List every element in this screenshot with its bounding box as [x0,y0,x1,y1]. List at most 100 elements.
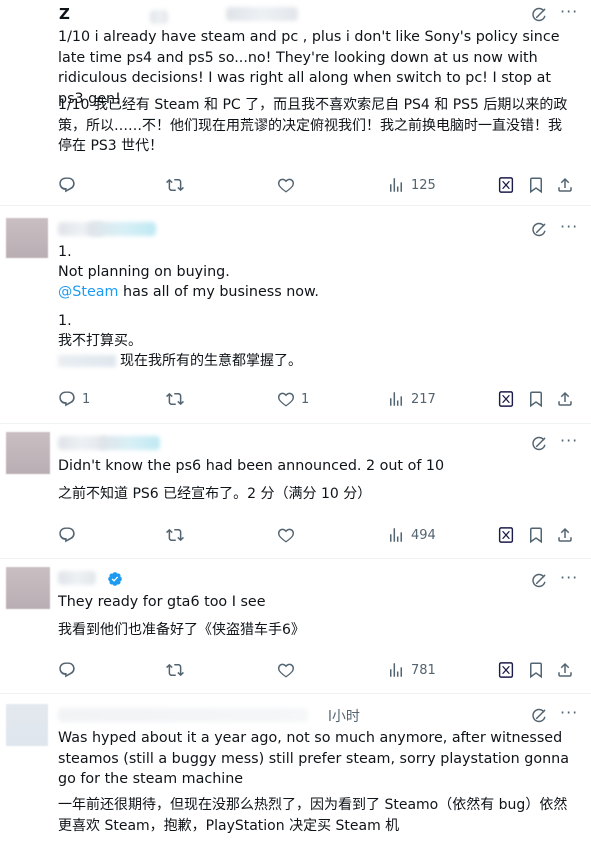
grok-icon [497,526,515,544]
post-line: Not planning on buying. [58,264,230,280]
post-actions: 781 [0,661,591,683]
post-4[interactable]: ··· They ready for gta6 too I see 我看到他们也… [0,559,591,694]
views-icon [387,176,405,194]
grok-icon[interactable] [531,573,547,589]
post-text-cn: 之前不知道 PS6 已经宣布了。2 分（满分 10 分） [58,486,372,502]
like-button[interactable] [277,661,295,679]
post-actions: 1 1 217 [0,390,591,412]
repost-button[interactable] [166,390,184,408]
bookmark-icon [527,661,545,679]
author-handle-blurred [100,436,160,450]
grok-explain-button[interactable] [497,176,515,194]
post-actions: 125 [0,176,591,198]
reply-icon [58,176,76,194]
post-line-cn: 我不打算买。 [58,333,142,349]
author-name-blurred [58,708,308,722]
verified-icon [107,571,123,587]
grok-icon[interactable] [531,7,547,23]
views-count: 494 [411,527,436,543]
repost-icon [166,526,184,544]
post-text-en: Was hyped about it a year ago, not so mu… [58,730,569,787]
grok-explain-button[interactable] [497,526,515,544]
post-text-cn: 1/10 我已经有 Steam 和 PC 了，而且我不喜欢索尼自 PS4 和 P… [58,97,568,154]
reply-icon [58,526,76,544]
like-icon [277,661,295,679]
more-icon[interactable]: ··· [560,4,578,20]
author-handle-blurred [88,222,156,236]
bookmark-button[interactable] [527,176,545,194]
avatar[interactable] [6,567,50,609]
grok-icon[interactable] [531,708,547,724]
post-text-cn: 一年前还很期待，但现在没那么热烈了，因为看到了 Steamo（依然有 bug）依… [58,797,568,834]
bookmark-button[interactable] [527,390,545,408]
repost-button[interactable] [166,661,184,679]
views-count: 217 [411,391,436,407]
reply-button[interactable] [58,661,76,679]
like-button[interactable] [277,176,295,194]
share-button[interactable] [556,526,574,544]
bookmark-icon [527,526,545,544]
views-button[interactable]: 494 [387,526,436,544]
share-icon [556,176,574,194]
grok-icon [497,390,515,408]
avatar[interactable] [6,704,48,746]
more-icon[interactable]: ··· [560,570,578,586]
more-icon[interactable]: ··· [560,705,578,721]
views-button[interactable]: 125 [387,176,436,194]
bookmark-icon [527,176,545,194]
views-icon [387,390,405,408]
share-button[interactable] [556,176,574,194]
mention-blurred [58,355,116,367]
more-icon[interactable]: ··· [560,219,578,235]
share-icon [556,390,574,408]
author-name-blurred [58,436,106,450]
reply-button[interactable] [58,176,76,194]
post-1[interactable]: Z ··· 1/10 i already have steam and pc ,… [0,0,591,206]
views-count: 125 [411,177,436,193]
grok-icon[interactable] [531,222,547,238]
post-3[interactable]: ··· Didn't know the ps6 had been announc… [0,424,591,559]
more-icon[interactable]: ··· [560,433,578,449]
post-line: 1. [58,244,72,260]
like-count: 1 [301,391,310,407]
views-button[interactable]: 781 [387,661,436,679]
share-icon [556,526,574,544]
author-handle-blurred [150,10,168,24]
share-button[interactable] [556,390,574,408]
post-time[interactable]: l小时 [328,706,360,726]
post-5[interactable]: l小时 ··· Was hyped about it a year ago, n… [0,694,591,843]
bookmark-button[interactable] [527,661,545,679]
views-count: 781 [411,662,436,678]
reply-icon [58,661,76,679]
share-button[interactable] [556,661,574,679]
repost-button[interactable] [166,526,184,544]
author-name[interactable]: Z [59,5,70,23]
post-text-en: Didn't know the ps6 had been announced. … [58,458,445,474]
like-icon [277,176,295,194]
like-button[interactable] [277,526,295,544]
repost-icon [166,390,184,408]
bookmark-button[interactable] [527,526,545,544]
like-button[interactable]: 1 [277,390,309,408]
avatar[interactable] [6,432,50,474]
avatar[interactable] [6,218,48,258]
reply-button[interactable]: 1 [58,390,90,408]
post-text-cn: 我看到他们也准备好了《侠盗猎车手6》 [58,622,305,638]
like-icon [277,390,295,408]
post-text-en: They ready for gta6 too I see [58,594,266,610]
reply-icon [58,390,76,408]
share-icon [556,661,574,679]
grok-explain-button[interactable] [497,661,515,679]
grok-explain-button[interactable] [497,390,515,408]
post-2[interactable]: ··· 1. Not planning on buying. @Steam ha… [0,206,591,424]
post-actions: 494 [0,526,591,548]
grok-icon [497,176,515,194]
like-icon [277,526,295,544]
bookmark-icon [527,390,545,408]
repost-button[interactable] [166,176,184,194]
grok-icon[interactable] [531,436,547,452]
views-button[interactable]: 217 [387,390,436,408]
mention-link[interactable]: @Steam [58,284,118,300]
repost-icon [166,661,184,679]
reply-button[interactable] [58,526,76,544]
